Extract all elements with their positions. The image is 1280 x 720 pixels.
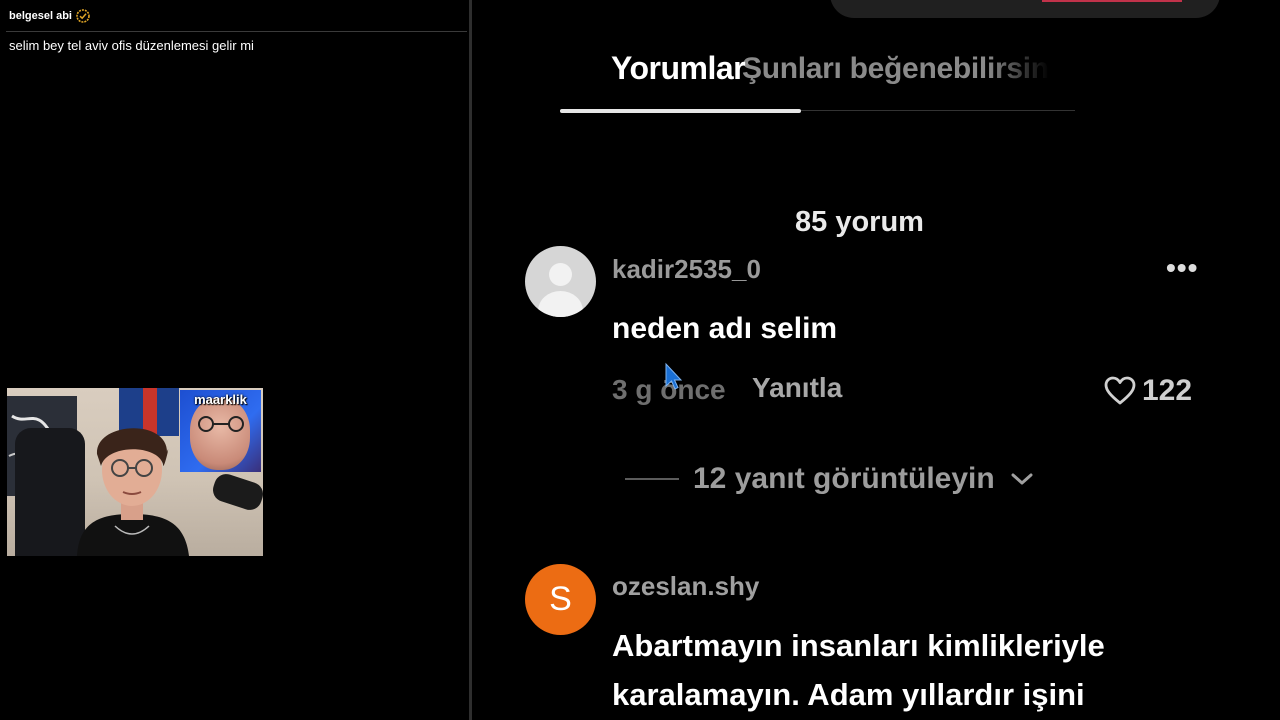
glasses xyxy=(198,416,244,432)
like-count: 122 xyxy=(1142,374,1193,407)
mouse-cursor-icon xyxy=(665,362,683,390)
tab-suggestions[interactable]: Şunları beğenebilirsin xyxy=(742,52,1049,86)
more-options-icon[interactable]: ••• xyxy=(1166,252,1198,284)
view-replies-button[interactable]: 12 yanıt görüntüleyin xyxy=(625,462,1035,496)
chevron-down-icon xyxy=(1011,473,1033,485)
comment-count: 85 yorum xyxy=(795,206,924,238)
replies-divider xyxy=(625,478,679,480)
comment-text: neden adı selim xyxy=(612,312,838,345)
inset-label: maarklik xyxy=(194,392,247,407)
avatar[interactable] xyxy=(525,246,596,317)
comment-text: Abartmayın insanları kimlikleriyle xyxy=(612,628,1105,663)
comment-text: karalamayın. Adam yıllardır işini xyxy=(612,677,1085,712)
tab-active-indicator xyxy=(560,109,801,113)
chat-message-text: selim bey tel aviv ofis düzenlemesi geli… xyxy=(9,38,254,53)
chat-divider xyxy=(6,31,467,32)
reply-button[interactable]: Yanıtla xyxy=(752,372,842,404)
comment-username[interactable]: ozeslan.shy xyxy=(612,571,759,602)
inset-face xyxy=(190,398,250,470)
top-bar xyxy=(830,0,1220,18)
chat-message-header: belgesel abi xyxy=(9,9,90,23)
avatar[interactable]: S xyxy=(525,564,596,635)
like-button[interactable]: 122 xyxy=(1104,374,1192,408)
video-content: Şunları beğenebilirsin Yorumlar 85 yorum… xyxy=(472,0,1280,720)
verified-badge-icon xyxy=(76,9,90,23)
heart-icon xyxy=(1104,376,1136,405)
webcam-inset: maarklik xyxy=(180,390,261,472)
webcam-overlay: maarklik xyxy=(7,388,263,556)
chat-panel: belgesel abi selim bey tel aviv ofis düz… xyxy=(0,0,470,720)
comment-username[interactable]: kadir2535_0 xyxy=(612,254,761,285)
view-replies-label: 12 yanıt görüntüleyin xyxy=(693,462,995,495)
chat-username[interactable]: belgesel abi xyxy=(9,10,72,22)
streamer xyxy=(77,428,189,556)
microphone xyxy=(209,470,263,514)
tab-comments[interactable]: Yorumlar xyxy=(611,50,746,87)
top-bar-accent xyxy=(1042,0,1182,2)
